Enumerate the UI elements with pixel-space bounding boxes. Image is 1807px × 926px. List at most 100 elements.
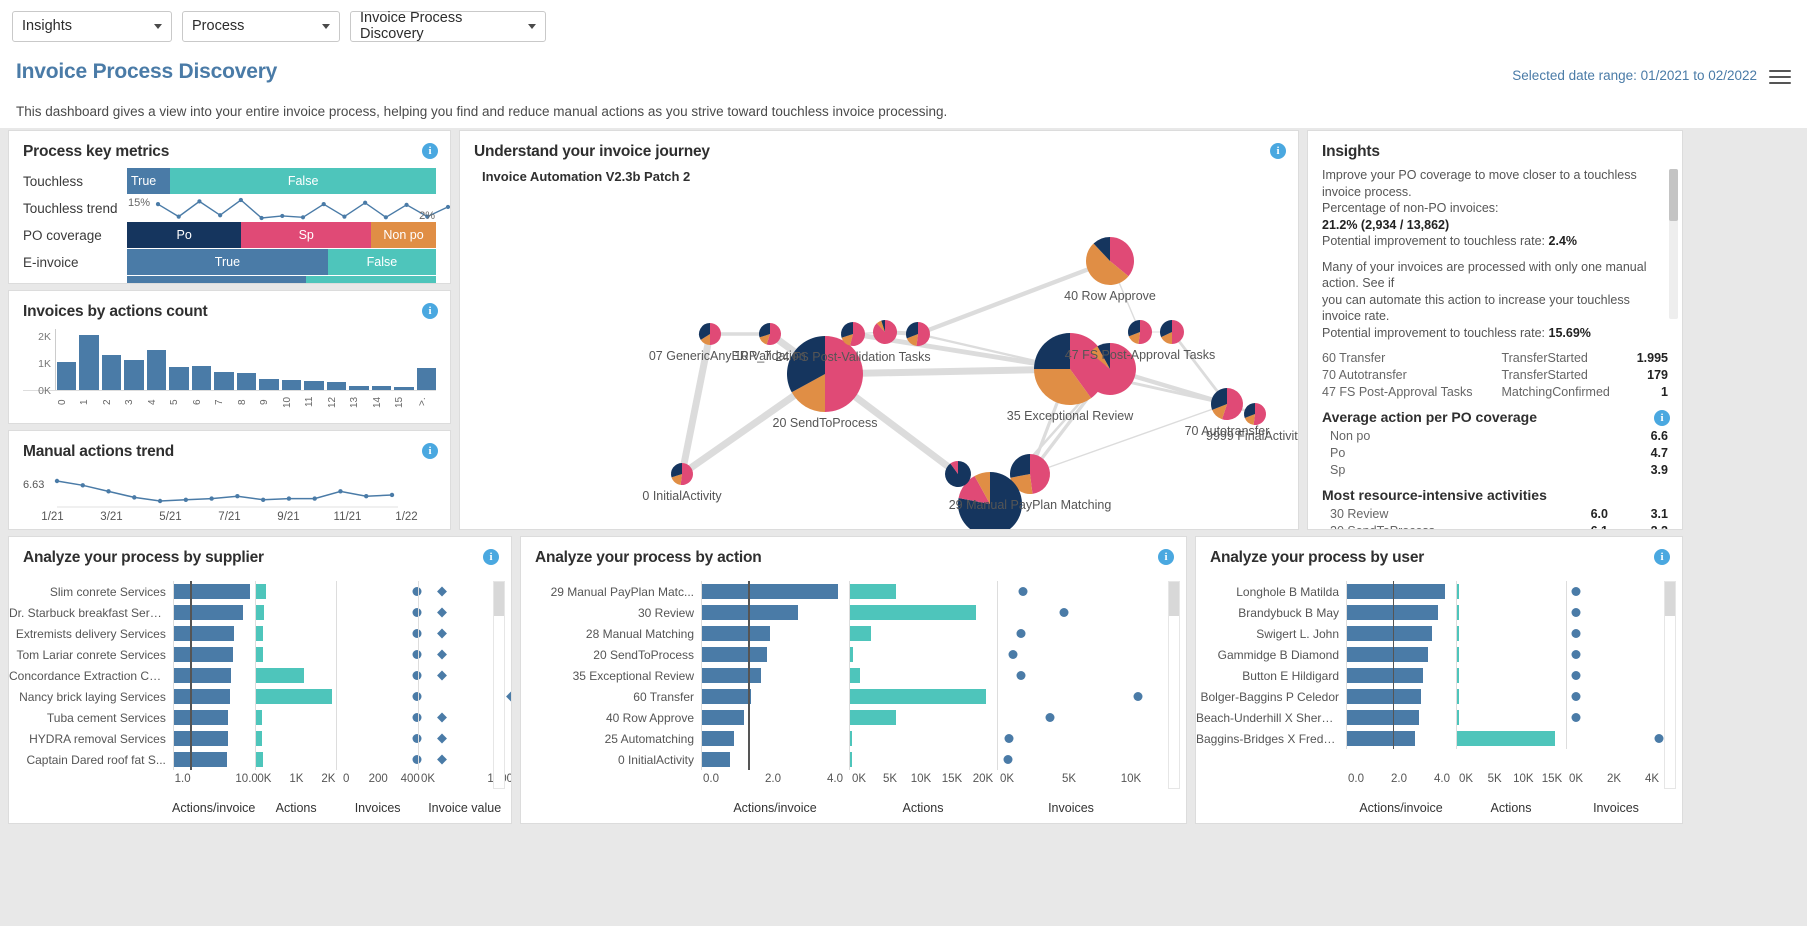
key-metric-segment[interactable]: Sp bbox=[241, 222, 371, 248]
process-map[interactable]: 0 InitialActivity 07 GenericAnyERP_7 10 Va… bbox=[460, 179, 1298, 529]
dropdown-dashboard[interactable]: Invoice Process Discovery bbox=[350, 11, 546, 42]
key-metric-segment[interactable]: False bbox=[170, 168, 436, 194]
bar[interactable] bbox=[1457, 731, 1555, 746]
key-metric-segment[interactable]: True bbox=[127, 168, 170, 194]
bar[interactable] bbox=[850, 731, 852, 746]
table-row[interactable]: Nancy brick laying Services bbox=[9, 686, 511, 707]
key-metric-segment[interactable]: False bbox=[328, 249, 436, 275]
process-node[interactable] bbox=[945, 461, 971, 487]
data-point[interactable] bbox=[1571, 692, 1580, 701]
bar[interactable] bbox=[256, 731, 262, 746]
process-node[interactable] bbox=[906, 322, 930, 346]
bar[interactable] bbox=[1347, 689, 1421, 704]
table-row[interactable]: 30 Review bbox=[521, 602, 1186, 623]
bar[interactable] bbox=[256, 626, 264, 641]
bar[interactable] bbox=[372, 386, 391, 390]
key-metric-segment[interactable]: True bbox=[127, 249, 328, 275]
process-node[interactable] bbox=[873, 320, 897, 344]
data-point[interactable] bbox=[1059, 608, 1068, 617]
key-metric-bar[interactable]: TrueFalse bbox=[127, 249, 436, 275]
table-row[interactable]: 40 Row Approve bbox=[521, 707, 1186, 728]
bar[interactable] bbox=[702, 710, 744, 725]
table-row[interactable]: 35 Exceptional Review bbox=[521, 665, 1186, 686]
info-icon[interactable]: i bbox=[422, 303, 438, 319]
process-node[interactable] bbox=[671, 463, 693, 485]
date-range-selector[interactable]: Selected date range: 01/2021 to 02/2022 bbox=[1512, 68, 1757, 83]
data-point[interactable] bbox=[1571, 629, 1580, 638]
data-point[interactable] bbox=[1005, 734, 1014, 743]
data-point[interactable] bbox=[437, 755, 447, 765]
vertical-scrollbar[interactable] bbox=[1664, 581, 1676, 789]
bar[interactable] bbox=[174, 647, 233, 662]
table-row[interactable]: Tom Lariar conrete Services bbox=[9, 644, 511, 665]
bar[interactable] bbox=[702, 584, 838, 599]
bar[interactable] bbox=[192, 366, 211, 390]
bar[interactable] bbox=[702, 626, 770, 641]
bar[interactable] bbox=[702, 689, 751, 704]
data-point[interactable] bbox=[1046, 713, 1055, 722]
table-row[interactable]: Tuba cement Services bbox=[9, 707, 511, 728]
bar[interactable] bbox=[174, 584, 250, 599]
bar[interactable] bbox=[850, 626, 871, 641]
bar[interactable] bbox=[349, 386, 368, 390]
process-node[interactable] bbox=[1160, 320, 1184, 344]
bar[interactable] bbox=[256, 689, 332, 704]
data-point[interactable] bbox=[1571, 671, 1580, 680]
bar[interactable] bbox=[1347, 584, 1445, 599]
key-metric-bar[interactable]: Po Sp Non po bbox=[127, 222, 436, 248]
bar[interactable] bbox=[102, 355, 121, 390]
data-point[interactable] bbox=[1655, 734, 1664, 743]
vertical-scrollbar[interactable] bbox=[1168, 581, 1180, 789]
bar[interactable] bbox=[702, 731, 734, 746]
table-row[interactable]: Gammidge B Diamond bbox=[1196, 644, 1682, 665]
data-point[interactable] bbox=[437, 713, 447, 723]
bar[interactable] bbox=[256, 584, 266, 599]
bar[interactable] bbox=[1457, 668, 1459, 683]
bar[interactable] bbox=[850, 752, 852, 767]
table-row[interactable]: HYDRA removal Services bbox=[9, 728, 511, 749]
bar[interactable] bbox=[237, 373, 256, 390]
data-point[interactable] bbox=[1134, 692, 1143, 701]
table-row[interactable]: 0 InitialActivity bbox=[521, 749, 1186, 770]
info-icon[interactable]: i bbox=[1158, 549, 1174, 565]
data-point[interactable] bbox=[1571, 713, 1580, 722]
bar[interactable] bbox=[702, 647, 767, 662]
bar[interactable] bbox=[174, 731, 228, 746]
bar[interactable] bbox=[256, 710, 262, 725]
dropdown-process[interactable]: Process bbox=[182, 11, 340, 42]
process-node[interactable] bbox=[1244, 403, 1266, 425]
bar[interactable] bbox=[1457, 647, 1459, 662]
data-point[interactable] bbox=[1017, 671, 1026, 680]
table-row[interactable]: 25 Automatching bbox=[521, 728, 1186, 749]
bar[interactable] bbox=[702, 752, 730, 767]
bar[interactable] bbox=[850, 710, 896, 725]
bar[interactable] bbox=[1457, 605, 1459, 620]
bar[interactable] bbox=[850, 584, 896, 599]
bar[interactable] bbox=[850, 647, 853, 662]
dropdown-insights[interactable]: Insights bbox=[12, 11, 172, 42]
table-row[interactable]: Concordance Extraction Corp.. bbox=[9, 665, 511, 686]
data-point[interactable] bbox=[1571, 650, 1580, 659]
bar[interactable] bbox=[174, 605, 243, 620]
table-row[interactable]: Button E Hildigard bbox=[1196, 665, 1682, 686]
bar[interactable] bbox=[259, 379, 278, 390]
bar[interactable] bbox=[174, 689, 230, 704]
table-row[interactable]: Beach-Underhill X Sherwood bbox=[1196, 707, 1682, 728]
bar[interactable] bbox=[174, 626, 234, 641]
table-row[interactable]: 28 Manual Matching bbox=[521, 623, 1186, 644]
insights-scrollbar[interactable] bbox=[1669, 169, 1678, 319]
data-point[interactable] bbox=[437, 608, 447, 618]
key-metric-bar[interactable]: TrueFalse bbox=[127, 168, 436, 194]
table-row[interactable]: Slim conrete Services bbox=[9, 581, 511, 602]
data-point[interactable] bbox=[1017, 629, 1026, 638]
menu-icon[interactable] bbox=[1769, 66, 1791, 88]
bar[interactable] bbox=[174, 710, 229, 725]
key-metric-segment[interactable]: True bbox=[127, 276, 306, 284]
bar[interactable] bbox=[702, 668, 761, 683]
bar[interactable] bbox=[417, 368, 436, 390]
data-point[interactable] bbox=[437, 587, 447, 597]
info-icon[interactable]: i bbox=[483, 549, 499, 565]
key-metric-bar[interactable]: TrueFalse bbox=[127, 276, 436, 284]
bar[interactable] bbox=[256, 752, 264, 767]
bar[interactable] bbox=[174, 752, 227, 767]
